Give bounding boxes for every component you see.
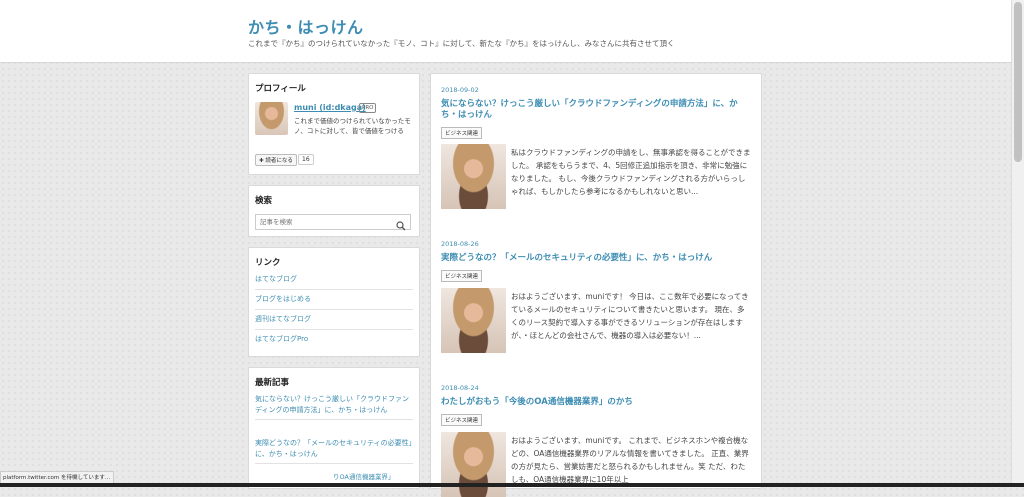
entry-thumbnail[interactable]	[441, 144, 506, 209]
recent-post-3-peek[interactable]: りOA通信機器業界」	[333, 471, 394, 481]
recent-post-2[interactable]: 実際どうなの？「メールのセキュリティの必要性」に、かち・はっけん	[255, 438, 413, 464]
profile-heading: プロフィール	[255, 84, 306, 94]
recent-post-1[interactable]: 気にならない？けっこう厳しい「クラウドファンディングの申請方法」に、かち・はっけ…	[255, 394, 413, 420]
entry-title[interactable]: わたしがおもう「今後のOA通信機器業界」のかち	[441, 397, 751, 408]
entry-excerpt: 私はクラウドファンディングの申請をし、無事承認を得ることができました。 承認をも…	[511, 148, 751, 196]
entry-category[interactable]: ビジネス関連	[441, 270, 483, 282]
profile-bio: これまで価値のつけられていなかったモノ、コトに対して、皆で価値をつける	[294, 117, 411, 135]
entry-date[interactable]: 2018-08-24	[441, 384, 479, 392]
entry-excerpt: おはようございます、muniです。 これまで、ビジネスホンや複合機などの、OA通…	[511, 436, 749, 484]
pro-badge: PRO	[359, 103, 377, 113]
entry-list: 2018-09-02 気にならない？けっこう厳しい「クラウドファンディングの申請…	[430, 73, 762, 497]
entry-thumbnail[interactable]	[441, 432, 506, 497]
profile-name-link[interactable]: muni (id:dkaga)	[294, 103, 366, 112]
site-header: かち・はっけん これまで『かち』のつけられていなかった『モノ、コト』に対して、新…	[0, 0, 1012, 63]
avatar[interactable]	[255, 102, 288, 135]
profile-module: プロフィール muni (id:dkaga) PRO これまで価値のつけられてい…	[248, 73, 420, 175]
entry-date[interactable]: 2018-09-02	[441, 86, 479, 94]
link-hatena-pro[interactable]: はてなブログPro	[255, 330, 413, 349]
entry-excerpt: おはようございます、muniです！ 今日は、ここ数年で必要になってきているメール…	[511, 292, 749, 340]
entry-category[interactable]: ビジネス関連	[441, 414, 483, 426]
follow-button[interactable]: ✚ 読者になる	[255, 154, 297, 166]
link-weekly-hatena[interactable]: 週刊はてなブログ	[255, 310, 413, 330]
entry-thumbnail[interactable]	[441, 288, 506, 353]
site-description: これまで『かち』のつけられていなかった『モノ、コト』に対して、新たな『かち』をは…	[248, 39, 675, 48]
link-hatena-blog[interactable]: はてなブログ	[255, 270, 413, 290]
link-start-blog[interactable]: ブログをはじめる	[255, 290, 413, 310]
search-module: 検索	[248, 185, 420, 237]
site-title[interactable]: かち・はっけん	[248, 14, 364, 38]
search-icon[interactable]	[396, 216, 408, 231]
links-heading: リンク	[255, 258, 281, 268]
entry-title[interactable]: 気にならない？けっこう厳しい「クラウドファンディングの申請方法」に、かち・はっけ…	[441, 99, 751, 121]
follower-count: 16	[298, 154, 314, 165]
search-heading: 検索	[255, 196, 273, 206]
scrollbar[interactable]	[1011, 0, 1024, 487]
scrollbar-thumb[interactable]	[1014, 2, 1022, 162]
entry-title[interactable]: 実際どうなの？「メールのセキュリティの必要性」に、かち・はっけん	[441, 253, 751, 264]
entry-category[interactable]: ビジネス関連	[441, 127, 483, 139]
search-input[interactable]	[255, 214, 411, 230]
entry-date[interactable]: 2018-08-26	[441, 240, 479, 248]
links-module: リンク はてなブログ ブログをはじめる 週刊はてなブログ はてなブログPro	[248, 247, 420, 357]
recent-heading: 最新記事	[255, 378, 290, 388]
taskbar	[0, 483, 1024, 487]
